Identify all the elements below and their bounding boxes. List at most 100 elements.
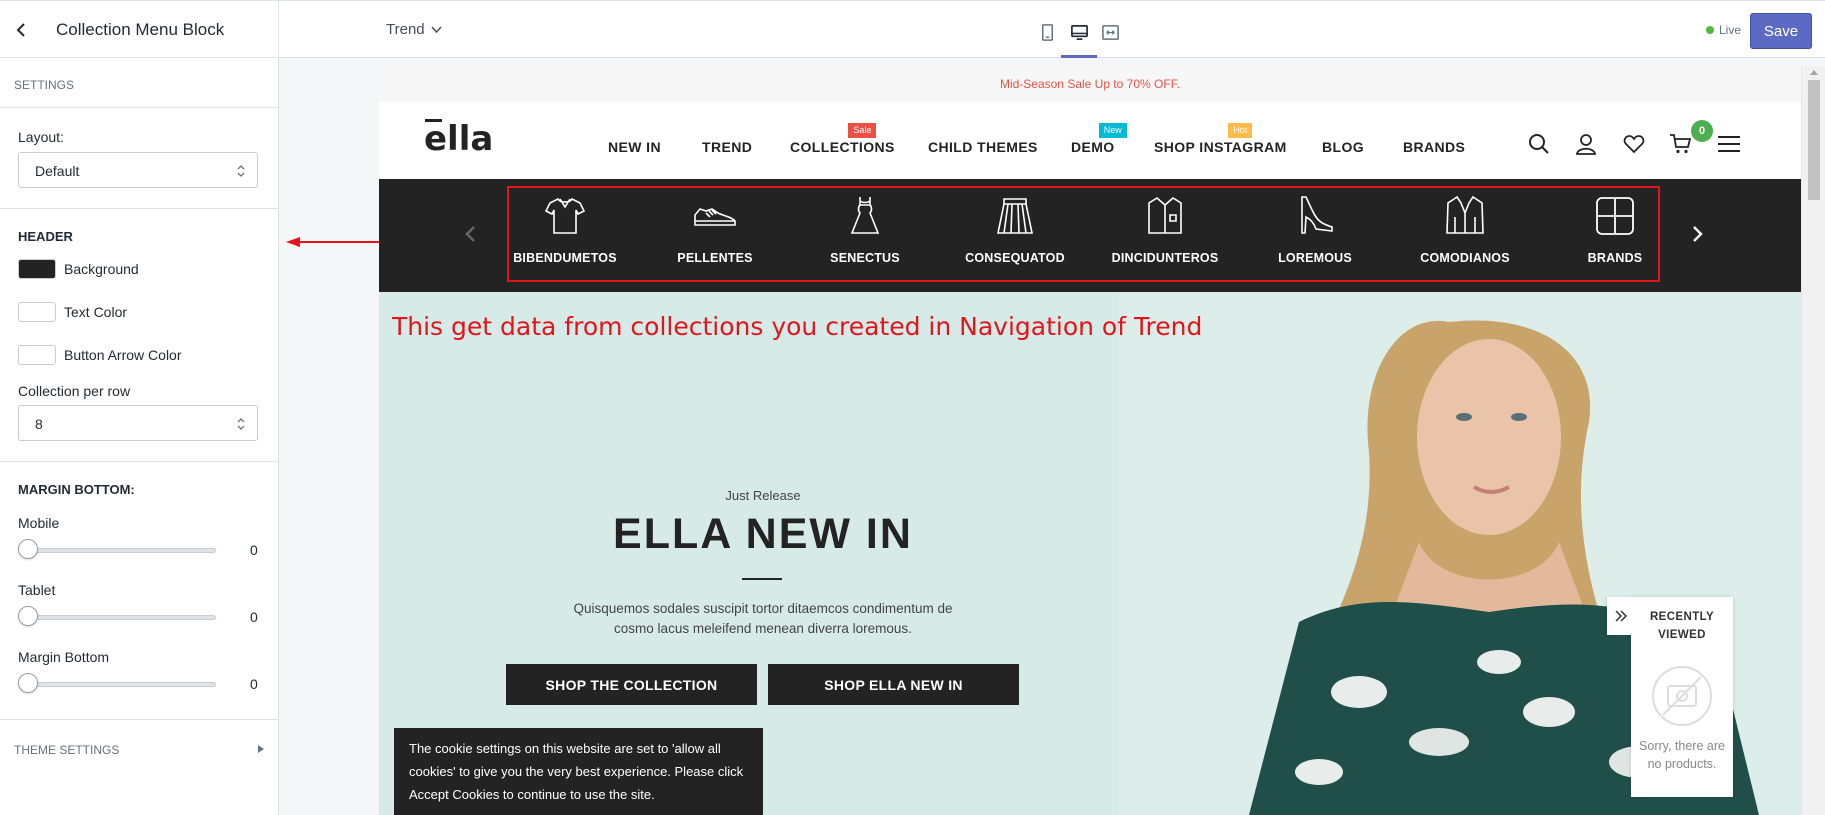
background-label: Background — [64, 261, 139, 277]
hamburger-icon — [1718, 136, 1740, 152]
announcement-bar[interactable]: Mid-Season Sale Up to 70% OFF. — [379, 66, 1801, 102]
preview-scrollbar[interactable] — [1801, 66, 1825, 815]
collection-next-button[interactable] — [1691, 224, 1707, 244]
dress-icon — [850, 197, 880, 234]
back-button[interactable] — [10, 18, 34, 42]
recently-viewed-empty: Sorry, there are no products. — [1639, 739, 1725, 771]
search-button[interactable] — [1527, 132, 1553, 158]
shirt-icon — [1148, 197, 1182, 234]
arrow-color-swatch[interactable] — [18, 345, 56, 365]
margin-bottom-label: Margin Bottom — [18, 649, 110, 665]
header-heading: HEADER — [18, 229, 73, 244]
select-arrows-icon — [237, 165, 245, 177]
save-button[interactable]: Save — [1750, 13, 1812, 49]
collection-label: BRANDS — [1587, 251, 1643, 265]
collection-item-comodianos[interactable]: COMODIANOS — [1390, 193, 1540, 273]
divider — [0, 208, 278, 209]
header-icons: 0 — [1527, 120, 1757, 160]
menu-item-brands[interactable]: BRANDS — [1403, 139, 1465, 155]
recently-viewed-title: RECENTLY VIEWED — [1649, 611, 1715, 641]
menu-item-collections[interactable]: COLLECTIONS Sale — [790, 123, 895, 155]
live-label: Live — [1719, 23, 1742, 37]
menu-item-label: DEMO — [1071, 139, 1115, 155]
layout-value: Default — [35, 163, 80, 179]
storefront-preview: Mid-Season Sale Up to 70% OFF. ella NEW … — [379, 66, 1825, 815]
main-header: ella NEW IN TREND COLLECTIONS Sale CHILD THE… — [379, 102, 1801, 179]
menu-badge: New — [1098, 123, 1127, 138]
menu-badge: Sale — [848, 123, 877, 138]
collection-item-senectus[interactable]: SENECTUS — [790, 193, 940, 273]
layout-label: Layout: — [18, 129, 64, 145]
collection-item-pellentes[interactable]: PELLENTES — [640, 193, 790, 273]
chevron-left-icon — [16, 23, 25, 37]
cart-button[interactable]: 0 — [1669, 120, 1713, 158]
settings-heading: SETTINGS — [14, 78, 75, 92]
status-dot — [1706, 26, 1714, 34]
collection-item-dincidunteros[interactable]: DINCIDUNTEROS — [1090, 193, 1240, 273]
slider-thumb[interactable] — [18, 606, 38, 626]
theme-selector[interactable]: Trend — [386, 21, 442, 38]
mobile-icon — [1041, 23, 1053, 41]
layout-select[interactable]: Default — [18, 152, 258, 188]
announcement-text: Mid-Season Sale Up to 70% OFF. — [999, 77, 1181, 91]
menu-item-new-in[interactable]: NEW IN — [608, 139, 661, 155]
search-icon — [1529, 134, 1549, 154]
menu-item-label: NEW IN — [608, 139, 661, 155]
tshirt-icon — [544, 197, 586, 234]
desktop-view-button[interactable] — [1061, 19, 1097, 58]
margin-bottom-slider[interactable] — [18, 673, 216, 693]
shop-new-in-button[interactable]: SHOP ELLA NEW IN — [768, 664, 1019, 705]
mobile-margin-slider[interactable] — [18, 539, 216, 559]
chevron-right-icon — [1693, 226, 1703, 242]
per-row-label: Collection per row — [18, 383, 131, 399]
collection-label: LOREMOUS — [1278, 251, 1352, 265]
fullscreen-icon — [1101, 24, 1119, 40]
collection-label: DINCIDUNTEROS — [1111, 251, 1219, 265]
collection-item-brands[interactable]: BRANDS — [1540, 193, 1690, 273]
heart-icon — [1623, 135, 1645, 154]
text-color-swatch[interactable] — [18, 302, 56, 322]
collection-item-loremous[interactable]: LOREMOUS — [1240, 193, 1390, 273]
recently-viewed-panel: RECENTLY VIEWED Sorry, there are no prod… — [1607, 597, 1733, 797]
per-row-select[interactable]: 8 — [18, 405, 258, 441]
scrollbar-thumb[interactable] — [1808, 80, 1820, 200]
collection-label: SENECTUS — [830, 251, 900, 265]
collection-item-consequatod[interactable]: CONSEQUATOD — [940, 193, 1090, 273]
collection-prev-button[interactable] — [463, 224, 479, 244]
slider-thumb[interactable] — [18, 673, 38, 693]
jacket-icon — [1446, 195, 1484, 234]
ella-logo[interactable]: ella — [424, 118, 504, 158]
hero-divider — [742, 578, 782, 580]
menu-item-label: BRANDS — [1403, 139, 1466, 155]
account-button[interactable] — [1574, 132, 1600, 158]
slider-track — [24, 615, 216, 620]
background-color-swatch[interactable] — [18, 259, 56, 279]
mobile-view-button[interactable] — [1034, 19, 1060, 45]
scroll-up-icon[interactable] — [1810, 70, 1818, 75]
collection-label: PELLENTES — [677, 251, 753, 265]
annotation-note: This get data from collections you creat… — [392, 312, 1203, 341]
wishlist-button[interactable] — [1622, 132, 1648, 158]
menu-item-blog[interactable]: BLOG — [1322, 139, 1364, 155]
menu-item-demo[interactable]: DEMO New — [1071, 123, 1127, 155]
divider — [278, 1, 279, 59]
menu-badge: Hot — [1228, 123, 1253, 138]
caret-right-icon — [258, 745, 264, 753]
shop-collection-button[interactable]: SHOP THE COLLECTION — [506, 664, 757, 705]
theme-settings-toggle[interactable]: THEME SETTINGS — [14, 743, 264, 757]
menu-item-label: COLLECTIONS — [790, 139, 895, 155]
slider-thumb[interactable] — [18, 539, 38, 559]
theme-editor: Collection Menu Block Trend Live Save SE… — [0, 0, 1825, 815]
slider-track — [24, 548, 216, 553]
collection-item-bibendumetos[interactable]: BIBENDUMETOS — [490, 193, 640, 273]
svg-text:ella: ella — [424, 119, 493, 158]
tablet-label: Tablet — [18, 582, 56, 598]
menu-item-trend[interactable]: TREND — [702, 139, 752, 155]
fullscreen-view-button[interactable] — [1097, 19, 1123, 45]
margin-bottom-value: 0 — [250, 676, 258, 692]
menu-item-child-themes[interactable]: CHILD THEMES — [928, 139, 1038, 155]
menu-item-shop-instagram[interactable]: SHOP INSTAGRAM Hot — [1154, 123, 1287, 155]
user-icon — [1575, 134, 1597, 155]
hamburger-menu-button[interactable] — [1717, 132, 1743, 158]
tablet-margin-slider[interactable] — [18, 606, 216, 626]
